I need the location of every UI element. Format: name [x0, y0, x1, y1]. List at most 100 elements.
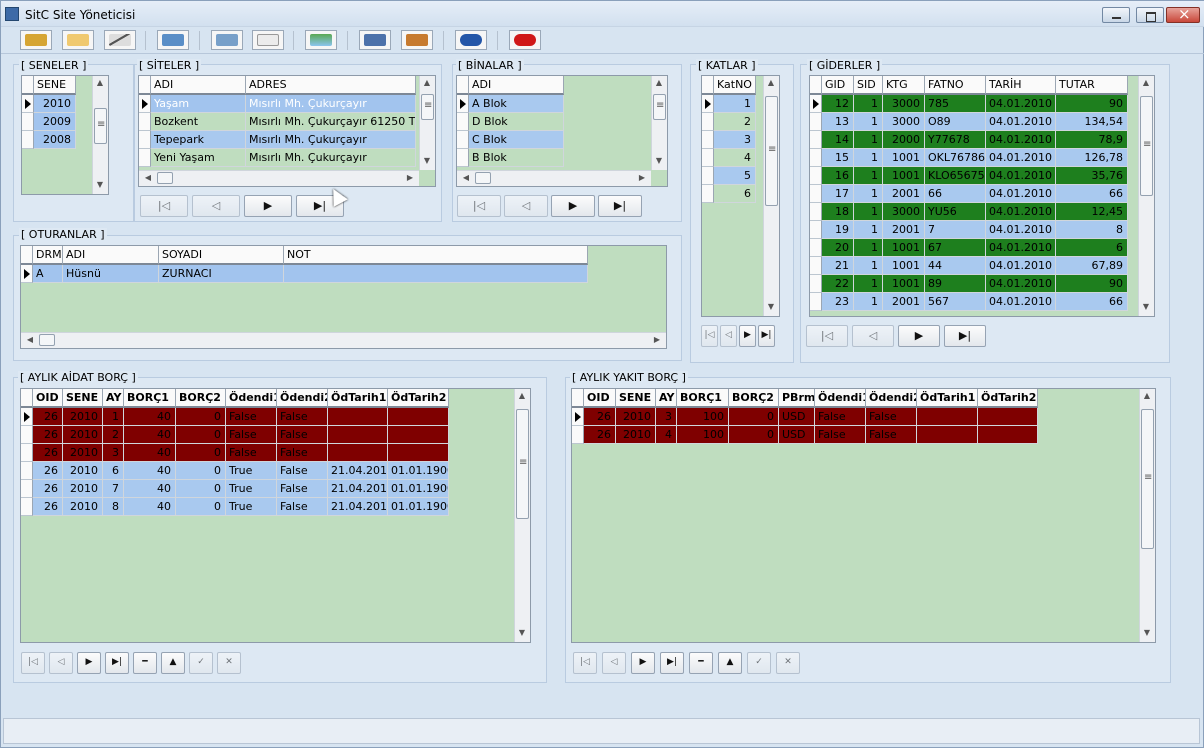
table-cell[interactable]: False — [226, 408, 277, 426]
table-cell[interactable]: 35,76 — [1056, 167, 1128, 185]
table-cell[interactable]: 1001 — [883, 275, 925, 293]
table-cell[interactable]: 26 — [33, 498, 63, 516]
map-icon[interactable] — [305, 30, 337, 50]
scrollbar-thumb[interactable] — [516, 409, 529, 519]
column-header[interactable]: ADI — [469, 76, 564, 95]
last-record-button[interactable]: ▶| — [660, 652, 684, 674]
table-cell[interactable]: 1 — [854, 185, 883, 203]
table-cell[interactable]: 7 — [103, 480, 124, 498]
row-indicator[interactable] — [22, 95, 34, 113]
table-cell[interactable]: 1 — [103, 408, 124, 426]
table-cell[interactable]: 100 — [677, 426, 729, 444]
siteler-grid[interactable]: ADI ADRES Yaşam Mısırlı Mh. Çukurçayır Bozke… — [138, 75, 436, 187]
table-cell[interactable]: 04.01.2010 — [986, 275, 1056, 293]
table-cell[interactable]: 2 — [103, 426, 124, 444]
table-cell[interactable]: B Blok — [469, 149, 564, 167]
table-cell[interactable]: 04.01.2010 — [986, 131, 1056, 149]
scrollbar-thumb[interactable] — [39, 334, 55, 346]
row-indicator[interactable] — [702, 167, 714, 185]
table-cell[interactable]: 4 — [656, 426, 677, 444]
katlar-grid[interactable]: KatNO 1 2 3 4 5 6 ▲ ▼ — [701, 75, 780, 317]
table-cell[interactable]: 26 — [33, 444, 63, 462]
row-indicator[interactable] — [139, 95, 151, 113]
table-cell[interactable]: 1 — [854, 203, 883, 221]
table-cell[interactable]: 3 — [103, 444, 124, 462]
row-indicator[interactable] — [810, 149, 822, 167]
table-cell[interactable]: 6 — [103, 462, 124, 480]
binalar-grid[interactable]: ADIA BlokD BlokC BlokB Blok▲▼◀▶ — [456, 75, 668, 187]
table-cell[interactable]: 19 — [822, 221, 854, 239]
table-cell[interactable]: Yeni Yaşam — [151, 149, 246, 167]
note-icon[interactable] — [62, 30, 94, 50]
table-cell[interactable]: 26 — [584, 426, 616, 444]
table-cell[interactable]: OKL767867 — [925, 149, 986, 167]
table-cell[interactable]: False — [226, 444, 277, 462]
next-record-button[interactable]: ▶ — [898, 325, 940, 347]
column-header[interactable]: KatNO — [714, 76, 756, 95]
next-record-button[interactable]: ▶ — [631, 652, 655, 674]
row-indicator[interactable] — [457, 149, 469, 167]
table-cell[interactable]: 26 — [33, 462, 63, 480]
table-cell[interactable]: 1 — [854, 95, 883, 113]
info-icon[interactable] — [455, 30, 487, 50]
table-cell[interactable]: 7 — [925, 221, 986, 239]
table-cell[interactable]: 0 — [176, 480, 226, 498]
table-cell[interactable]: 0 — [176, 408, 226, 426]
document-icon[interactable] — [252, 30, 284, 50]
scroll-up-arrow-icon[interactable]: ▲ — [420, 78, 434, 90]
table-cell[interactable]: USD — [779, 408, 815, 426]
table-cell[interactable]: 0 — [729, 408, 779, 426]
table-cell[interactable]: Mısırlı Mh. Çukurçayır 61250 TRB — [246, 113, 416, 131]
table-cell[interactable]: 2010 — [63, 498, 103, 516]
table-cell[interactable]: 1001 — [883, 167, 925, 185]
table-cell[interactable]: 04.01.2010 — [986, 221, 1056, 239]
column-header[interactable]: ADRES — [246, 76, 416, 95]
table-cell[interactable]: 8 — [1056, 221, 1128, 239]
next-record-button[interactable]: ▶ — [551, 195, 595, 217]
table-cell[interactable]: 2000 — [883, 131, 925, 149]
oturanlar-grid[interactable]: DRM ADI SOYADI NOT A Hüsnü ZURNACI ◀ ▶ — [20, 245, 667, 349]
table-cell[interactable]: 44 — [925, 257, 986, 275]
table-cell[interactable]: True — [226, 462, 277, 480]
table-cell[interactable]: 12 — [822, 95, 854, 113]
row-indicator[interactable] — [572, 408, 584, 426]
table-cell[interactable]: C Blok — [469, 131, 564, 149]
table-cell[interactable]: 01.01.1900 — [388, 498, 449, 516]
scroll-down-arrow-icon[interactable]: ▼ — [93, 180, 107, 192]
scroll-up-arrow-icon[interactable]: ▲ — [1140, 391, 1154, 403]
table-cell[interactable]: 13 — [822, 113, 854, 131]
table-cell[interactable] — [978, 426, 1038, 444]
scroll-down-arrow-icon[interactable]: ▼ — [1140, 628, 1154, 640]
vertical-scrollbar[interactable]: ▲ ▼ — [1138, 76, 1154, 316]
table-cell[interactable]: False — [226, 426, 277, 444]
maximize-button[interactable] — [1136, 7, 1164, 23]
row-indicator[interactable] — [810, 113, 822, 131]
vertical-scrollbar[interactable]: ▲ ▼ — [92, 76, 108, 194]
next-record-button[interactable]: ▶ — [739, 325, 756, 347]
row-indicator[interactable] — [702, 185, 714, 203]
column-header[interactable]: OID — [584, 389, 616, 408]
row-indicator[interactable] — [810, 185, 822, 203]
column-header[interactable]: ADI — [63, 246, 159, 265]
scroll-left-arrow-icon[interactable]: ◀ — [23, 335, 37, 347]
table-cell[interactable]: Tepepark — [151, 131, 246, 149]
horizontal-scrollbar[interactable]: ◀ ▶ — [21, 332, 666, 348]
column-header[interactable]: BORÇ2 — [729, 389, 779, 408]
scroll-up-arrow-icon[interactable]: ▲ — [652, 78, 666, 90]
table-cell[interactable]: 21.04.2010 — [328, 462, 388, 480]
table-cell[interactable]: 2 — [714, 113, 756, 131]
table-cell[interactable]: 66 — [925, 185, 986, 203]
row-indicator[interactable] — [457, 113, 469, 131]
scrollbar-thumb[interactable] — [653, 94, 666, 120]
row-indicator[interactable] — [139, 149, 151, 167]
scroll-right-arrow-icon[interactable]: ▶ — [403, 173, 417, 185]
horizontal-scrollbar[interactable]: ◀ ▶ — [457, 170, 651, 186]
table-cell[interactable]: 89 — [925, 275, 986, 293]
scrollbar-thumb[interactable] — [421, 94, 434, 120]
table-cell[interactable]: False — [277, 462, 328, 480]
row-indicator[interactable] — [702, 131, 714, 149]
table-cell[interactable]: 2010 — [63, 462, 103, 480]
table-cell[interactable] — [388, 426, 449, 444]
table-cell[interactable]: 0 — [729, 426, 779, 444]
table-cell[interactable]: 66 — [1056, 293, 1128, 311]
